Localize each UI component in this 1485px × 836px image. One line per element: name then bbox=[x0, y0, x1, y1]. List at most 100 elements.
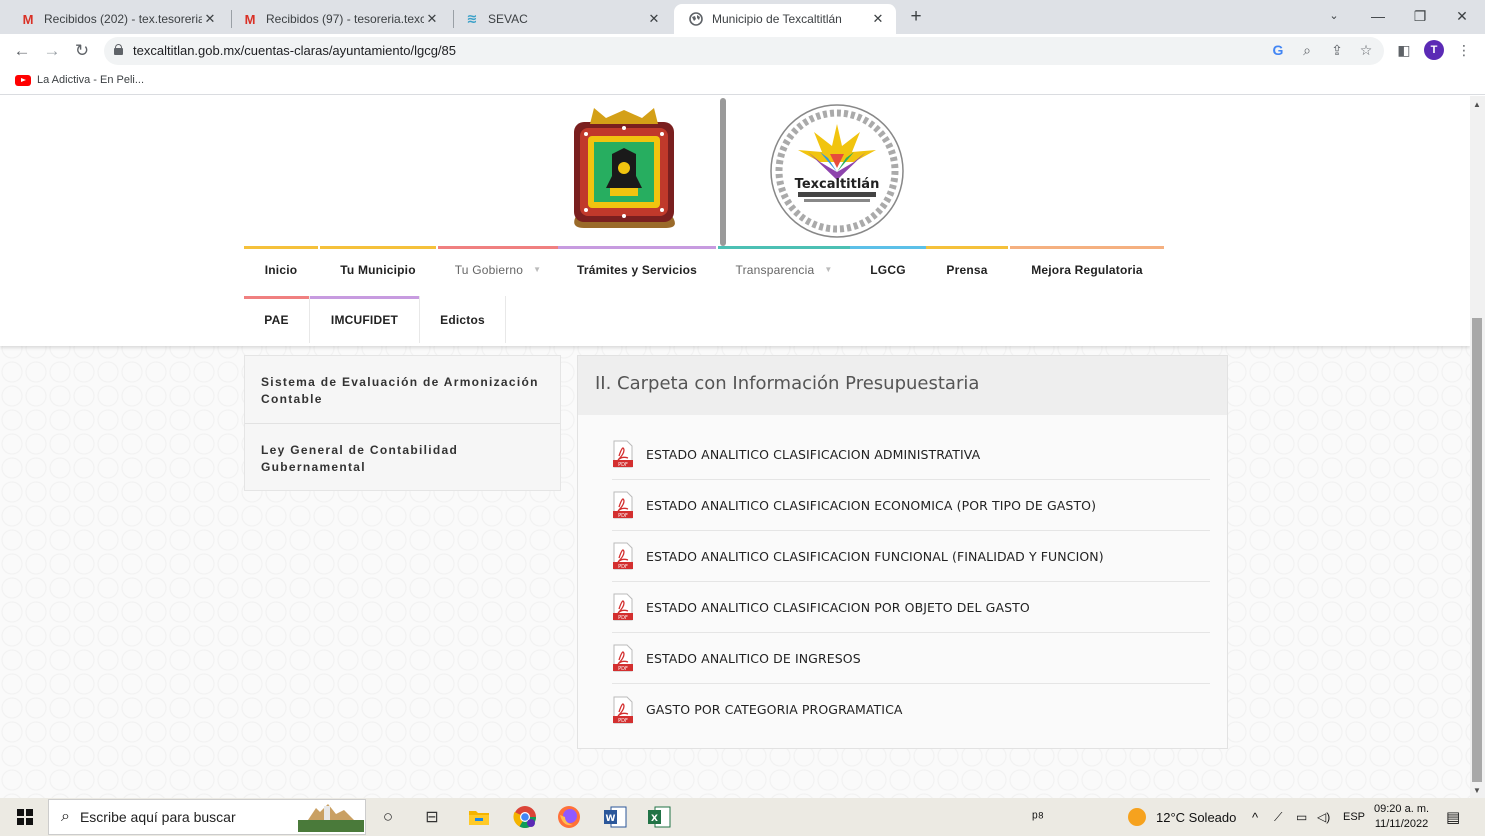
menu-kebab-icon[interactable]: ⋮ bbox=[1454, 39, 1474, 61]
close-tab-icon[interactable]: ✕ bbox=[870, 11, 886, 27]
nav-color-bar bbox=[438, 246, 558, 249]
browser-tab-municipio[interactable]: Municipio de Texcaltitlán ✕ bbox=[674, 4, 896, 34]
sun-icon bbox=[1128, 808, 1146, 826]
nav-tu-gobierno[interactable]: Tu Gobierno ▼ bbox=[438, 246, 558, 293]
lock-icon bbox=[114, 44, 123, 55]
document-link[interactable]: PDF ESTADO ANALITICO CLASIFICACION ADMIN… bbox=[612, 429, 1210, 480]
volume-icon[interactable]: ◁) bbox=[1317, 798, 1330, 836]
document-link[interactable]: PDF ESTADO ANALITICO CLASIFICACION POR O… bbox=[612, 582, 1210, 633]
sidebar-item-lgcg[interactable]: Ley General de Contabilidad Gubernamenta… bbox=[245, 423, 560, 490]
nav-transparencia[interactable]: Transparencia ▼ bbox=[718, 246, 850, 293]
document-link[interactable]: PDF ESTADO ANALITICO DE INGRESOS bbox=[612, 633, 1210, 684]
clock[interactable]: 09:20 a. m. 11/11/2022 bbox=[1374, 798, 1429, 836]
nav-pae[interactable]: PAE bbox=[244, 296, 310, 343]
close-tab-icon[interactable]: ✕ bbox=[424, 11, 440, 27]
browser-tab-gmail-2[interactable]: M Recibidos (97) - tesoreria.texcalti ✕ bbox=[228, 4, 450, 34]
weather-widget[interactable]: 12°C Soleado bbox=[1128, 798, 1236, 836]
nav-label: Inicio bbox=[264, 262, 298, 277]
sidebar-item-sevac[interactable]: Sistema de Evaluación de Armonización Co… bbox=[245, 356, 560, 423]
address-bar[interactable]: texcaltitlan.gob.mx/cuentas-claras/ayunt… bbox=[104, 37, 1384, 65]
scroll-up-icon[interactable]: ▲ bbox=[1473, 100, 1481, 109]
document-label: ESTADO ANALITICO CLASIFICACION ECONOMICA… bbox=[646, 497, 1097, 513]
show-hidden-icons[interactable]: ^ bbox=[1252, 798, 1258, 836]
tab-search-icon[interactable]: ⌄ bbox=[1312, 4, 1356, 28]
globe-icon bbox=[688, 11, 704, 27]
firefox-icon[interactable] bbox=[552, 798, 586, 836]
nav-inicio[interactable]: Inicio bbox=[244, 246, 318, 293]
profile-avatar[interactable]: T bbox=[1424, 40, 1444, 60]
excel-icon[interactable]: X bbox=[642, 798, 676, 836]
main-nav-menu: Inicio Tu Municipio Tu Gobierno ▼ Trámit… bbox=[244, 246, 1164, 346]
page-scrollbar[interactable]: ▲ ▼ bbox=[1470, 96, 1485, 798]
nav-color-bar bbox=[244, 246, 318, 249]
document-label: GASTO POR CATEGORIA PROGRAMATICA bbox=[646, 702, 903, 717]
chrome-icon[interactable] bbox=[508, 798, 542, 836]
bookmark-star-icon[interactable]: ☆ bbox=[1356, 39, 1376, 61]
document-link[interactable]: PDF GASTO POR CATEGORIA PROGRAMATICA bbox=[612, 684, 1210, 735]
document-link[interactable]: PDF ESTADO ANALITICO CLASIFICACION ECONO… bbox=[612, 480, 1210, 531]
nav-prensa[interactable]: Prensa bbox=[926, 246, 1008, 293]
texcaltitlan-logo: Texcaltitlán bbox=[770, 104, 904, 238]
nav-label: Trámites y Servicios bbox=[576, 262, 698, 277]
language-indicator[interactable]: ESP bbox=[1343, 798, 1365, 836]
pdf-badge: PDF bbox=[618, 718, 628, 724]
nav-label: IMCUFIDET bbox=[330, 312, 399, 327]
zoom-icon[interactable]: ⌕ bbox=[1297, 39, 1317, 61]
cortana-icon[interactable]: ○ bbox=[374, 798, 402, 836]
pdf-badge: PDF bbox=[618, 564, 628, 570]
search-icon: ⌕ bbox=[61, 808, 70, 825]
side-panel-icon[interactable]: ◧ bbox=[1394, 39, 1414, 61]
weather-text: 12°C Soleado bbox=[1156, 809, 1237, 825]
minimize-icon[interactable]: — bbox=[1356, 4, 1400, 28]
forward-icon[interactable]: → bbox=[40, 39, 64, 63]
document-label: ESTADO ANALITICO CLASIFICACION POR OBJET… bbox=[646, 599, 1030, 615]
scrollbar-thumb[interactable] bbox=[1472, 318, 1482, 782]
pdf-badge: PDF bbox=[618, 462, 628, 468]
word-icon[interactable]: W bbox=[598, 798, 632, 836]
nav-label: Mejora Regulatoria bbox=[1031, 262, 1143, 277]
browser-tab-gmail-1[interactable]: M Recibidos (202) - tex.tesoreria19... ✕ bbox=[6, 4, 228, 34]
close-tab-icon[interactable]: ✕ bbox=[202, 11, 218, 27]
notifications-icon[interactable]: ▤ bbox=[1446, 798, 1460, 836]
url-text: texcaltitlan.gob.mx/cuentas-claras/ayunt… bbox=[133, 43, 457, 58]
back-icon[interactable]: ← bbox=[10, 39, 34, 63]
windows-start-icon[interactable] bbox=[8, 798, 42, 836]
scroll-down-icon[interactable]: ▼ bbox=[1473, 786, 1481, 795]
share-icon[interactable]: ⇪ bbox=[1327, 39, 1347, 61]
google-lens-icon[interactable]: G bbox=[1268, 39, 1288, 61]
people-icon[interactable]: ᵖ⁸ bbox=[1032, 798, 1044, 836]
nav-lgcg[interactable]: LGCG bbox=[850, 246, 926, 293]
nav-tramites-servicios[interactable]: Trámites y Servicios bbox=[558, 246, 716, 293]
tab-title: Municipio de Texcaltitlán bbox=[712, 12, 842, 26]
network-icon[interactable]: ⟋ bbox=[1274, 798, 1282, 836]
reload-icon[interactable]: ↻ bbox=[70, 39, 94, 63]
nav-color-bar bbox=[850, 246, 926, 249]
document-label: ESTADO ANALITICO CLASIFICACION FUNCIONAL… bbox=[646, 548, 1104, 564]
file-explorer-icon[interactable] bbox=[464, 798, 494, 836]
nav-mejora-regulatoria[interactable]: Mejora Regulatoria bbox=[1010, 246, 1164, 293]
tab-title: Recibidos (97) - tesoreria.texcalti bbox=[266, 12, 424, 26]
new-tab-button[interactable]: + bbox=[904, 6, 928, 30]
nav-edictos[interactable]: Edictos bbox=[420, 296, 506, 343]
page-viewport: Texcaltitlán Inicio Tu Municipio Tu Gobi… bbox=[0, 96, 1470, 798]
tab-title: SEVAC bbox=[488, 12, 528, 26]
panel-title: II. Carpeta con Información Presupuestar… bbox=[578, 356, 1227, 415]
nav-color-bar bbox=[244, 296, 309, 299]
browser-tab-sevac[interactable]: ≋ SEVAC ✕ bbox=[450, 4, 672, 34]
task-view-icon[interactable]: ⊟ bbox=[418, 798, 446, 836]
search-highlight-image[interactable] bbox=[296, 798, 366, 836]
sidebar: Sistema de Evaluación de Armonización Co… bbox=[244, 355, 561, 491]
sevac-icon: ≋ bbox=[466, 11, 478, 26]
documents-panel: II. Carpeta con Información Presupuestar… bbox=[577, 355, 1228, 749]
close-tab-icon[interactable]: ✕ bbox=[646, 11, 662, 27]
nav-imcufidet[interactable]: IMCUFIDET bbox=[310, 296, 420, 343]
nav-tu-municipio[interactable]: Tu Municipio bbox=[320, 246, 436, 293]
bookmark-item[interactable]: La Adictiva - En Peli... bbox=[15, 74, 144, 86]
nav-color-bar bbox=[310, 296, 419, 299]
document-label: ESTADO ANALITICO CLASIFICACION ADMINISTR… bbox=[646, 446, 981, 462]
battery-icon[interactable]: ▭ bbox=[1296, 798, 1307, 836]
nav-color-bar bbox=[320, 246, 436, 249]
document-link[interactable]: PDF ESTADO ANALITICO CLASIFICACION FUNCI… bbox=[612, 531, 1210, 582]
close-window-icon[interactable]: ✕ bbox=[1440, 4, 1484, 28]
restore-icon[interactable]: ❐ bbox=[1398, 4, 1442, 28]
